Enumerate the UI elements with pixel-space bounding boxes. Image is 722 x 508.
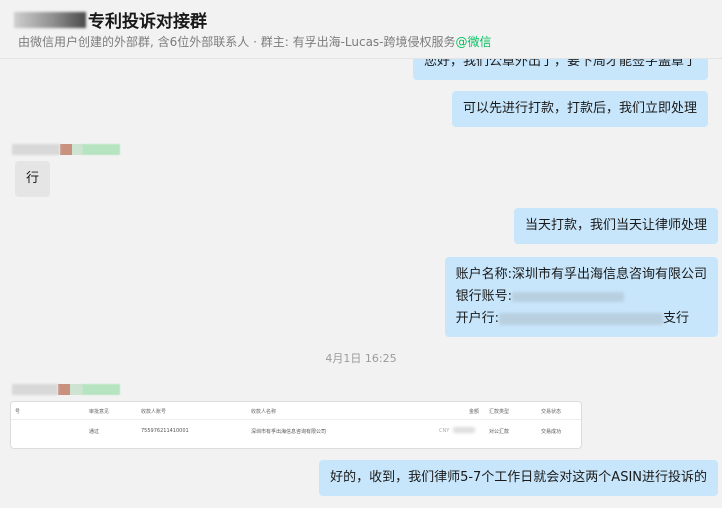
receipt-cell-account: 755976211410001 bbox=[141, 428, 189, 434]
chat-subtitle: 由微信用户创建的外部群, 含6位外部联系人 · 群主: 有孚出海-Lucas-跨… bbox=[18, 33, 492, 50]
receipt-header-cell: 号 bbox=[15, 409, 21, 415]
redacted-amount bbox=[453, 427, 475, 433]
message-text: 好的，收到，我们律师5-7个工作日就会对这两个ASIN进行投诉的 bbox=[330, 470, 707, 485]
message-text: 行 bbox=[26, 171, 40, 186]
receipt-header-cell: 交易状态 bbox=[541, 409, 562, 415]
message-text: 您好，我们公章外出了，要下周才能签字盖章了 bbox=[423, 58, 697, 69]
receipt-header-cell: 金额 bbox=[469, 409, 480, 415]
sender-name-redacted bbox=[12, 384, 120, 395]
message-bubble-self[interactable]: 可以先进行打款，打款后，我们立即处理 bbox=[451, 91, 708, 127]
account-name-line: 账户名称:深圳市有孚出海信息咨询有限公司 bbox=[455, 267, 707, 282]
message-bubble-self[interactable]: 您好，我们公章外出了，要下周才能签字盖章了 bbox=[412, 58, 708, 80]
wechat-tag: @微信 bbox=[455, 35, 492, 49]
bank-branch-line: 开户行: 支行 bbox=[456, 308, 707, 330]
receipt-cell-currency: CNY bbox=[439, 428, 450, 434]
chat-header: 专利投诉对接群 由微信用户创建的外部群, 含6位外部联系人 · 群主: 有孚出海… bbox=[0, 0, 722, 59]
receipt-header-cell: 收款人名称 bbox=[251, 409, 277, 415]
receipt-header-cell: 汇款类型 bbox=[489, 409, 510, 415]
receipt-header-cell: 收款人账号 bbox=[141, 409, 167, 415]
redacted-group-name bbox=[14, 11, 86, 28]
receipt-cell-approval: 通过 bbox=[89, 429, 100, 435]
receipt-image[interactable]: 号 审批意见 收款人账号 收款人名称 金额 汇款类型 交易状态 通过 75597… bbox=[10, 401, 582, 449]
redacted-bank-branch bbox=[499, 312, 663, 325]
chat-subtitle-text: 由微信用户创建的外部群, 含6位外部联系人 · 群主: 有孚出海-Lucas-跨… bbox=[18, 35, 456, 49]
account-number-label: 银行账号: bbox=[455, 289, 512, 304]
message-bubble-other[interactable]: 行 bbox=[15, 161, 51, 197]
chat-title[interactable]: 专利投诉对接群 bbox=[88, 7, 207, 32]
account-number-line: 银行账号: bbox=[456, 286, 707, 308]
receipt-cell-payee: 深圳市有孚出海信息咨询有限公司 bbox=[251, 429, 327, 435]
chat-scrollbar[interactable] bbox=[718, 58, 722, 508]
message-text: 可以先进行打款，打款后，我们立即处理 bbox=[462, 101, 697, 116]
bank-branch-suffix: 支行 bbox=[663, 311, 690, 326]
chat-message-list[interactable]: 您好，我们公章外出了，要下周才能签字盖章了 可以先进行打款，打款后，我们立即处理… bbox=[0, 58, 722, 508]
message-bubble-self[interactable]: 当天打款，我们当天让律师处理 bbox=[513, 208, 718, 244]
chat-title-row: 专利投诉对接群 bbox=[14, 7, 207, 32]
bank-branch-label: 开户行: bbox=[455, 311, 499, 326]
sender-name-redacted bbox=[12, 144, 120, 155]
receipt-cell-status: 交易成功 bbox=[541, 429, 562, 435]
receipt-cell-type: 对公汇款 bbox=[489, 429, 510, 435]
message-bubble-account-info[interactable]: 账户名称:深圳市有孚出海信息咨询有限公司 银行账号: 开户行: 支行 bbox=[444, 257, 718, 337]
message-bubble-self[interactable]: 好的，收到，我们律师5-7个工作日就会对这两个ASIN进行投诉的 bbox=[319, 460, 718, 496]
message-timestamp: 4月1日 16:25 bbox=[325, 352, 397, 365]
message-text: 当天打款，我们当天让律师处理 bbox=[524, 218, 707, 233]
receipt-divider bbox=[11, 419, 581, 420]
redacted-account-number bbox=[512, 291, 624, 302]
receipt-header-cell: 审批意见 bbox=[89, 409, 110, 415]
